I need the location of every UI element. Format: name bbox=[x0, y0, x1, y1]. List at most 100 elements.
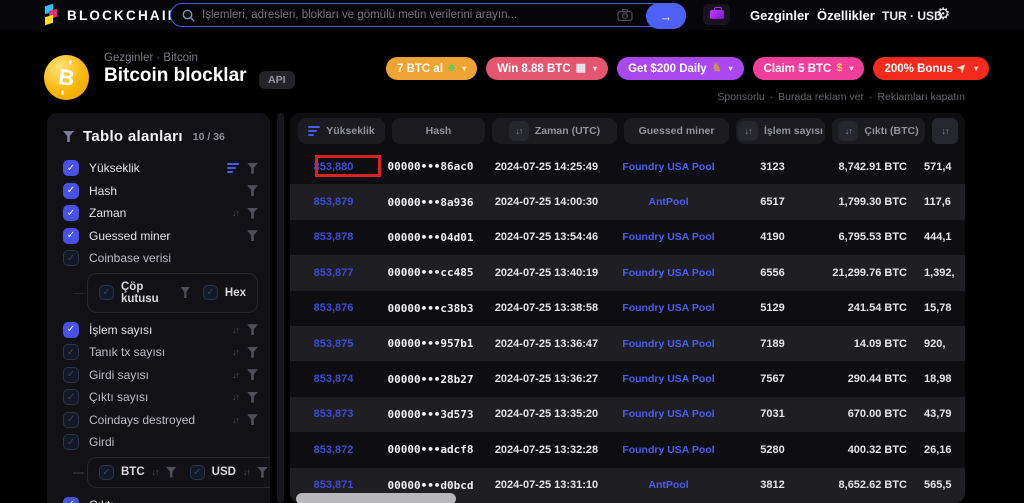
filter-icon[interactable] bbox=[247, 207, 258, 219]
sidebar-scrollbar[interactable] bbox=[277, 113, 284, 503]
checkbox[interactable]: ✓ bbox=[63, 227, 79, 244]
sort-arrows-icon[interactable]: ↓↑ bbox=[232, 415, 240, 425]
guessed-miner-link[interactable]: Foundry USA Pool bbox=[616, 302, 728, 314]
wallet-icon[interactable] bbox=[703, 4, 730, 25]
nav-gezginler[interactable]: Gezginler bbox=[750, 8, 809, 23]
breadcrumb[interactable]: Gezginler · Bitcoin bbox=[104, 52, 198, 64]
sidebar-sub-item: ✓ BTC ↓↑ bbox=[99, 464, 177, 480]
block-height-link[interactable]: 853,871 bbox=[290, 479, 384, 491]
checkbox[interactable]: ✓ bbox=[63, 182, 79, 199]
promo-button[interactable]: Get $200 Daily ▾ bbox=[617, 57, 744, 80]
sort-bars-icon[interactable] bbox=[227, 163, 239, 174]
filter-icon[interactable] bbox=[180, 287, 190, 298]
checkbox[interactable]: ✓ bbox=[63, 496, 79, 503]
checkbox[interactable]: ✓ bbox=[63, 160, 79, 177]
promo-button[interactable]: Win 8.88 BTC ▾ bbox=[486, 57, 609, 80]
checkbox[interactable]: ✓ bbox=[63, 366, 79, 383]
block-height-link[interactable]: 853,876 bbox=[290, 302, 384, 314]
sponsored-link[interactable]: Burada reklam ver bbox=[778, 91, 864, 103]
column-header[interactable]: ↓↑ Çıktı (BTC) bbox=[832, 118, 925, 144]
checkbox[interactable]: ✓ bbox=[63, 205, 79, 222]
promo-button[interactable]: 200% Bonus ▾ bbox=[873, 57, 990, 80]
camera-icon[interactable] bbox=[617, 9, 633, 21]
block-height-link[interactable]: 853,875 bbox=[290, 338, 384, 350]
block-hash: 00000•••d0bcd bbox=[387, 478, 474, 492]
guessed-miner-link[interactable]: Foundry USA Pool bbox=[616, 338, 728, 350]
checkbox[interactable]: ✓ bbox=[99, 285, 114, 300]
block-height-link[interactable]: 853,873 bbox=[290, 408, 384, 420]
column-header-label: Çıktı (BTC) bbox=[864, 125, 919, 137]
checkbox[interactable]: ✓ bbox=[63, 434, 79, 451]
block-height-link[interactable]: 853,877 bbox=[290, 267, 384, 279]
sort-arrows-icon[interactable]: ↓↑ bbox=[932, 118, 958, 144]
search-submit-button[interactable]: → bbox=[646, 3, 686, 29]
nav-ozellikler[interactable]: Özellikler bbox=[817, 8, 875, 23]
promo-button[interactable]: 7 BTC al ▾ bbox=[386, 57, 478, 80]
column-header-label: Hash bbox=[425, 125, 452, 137]
blockchair-logo[interactable]: BLOCKCHAIR bbox=[44, 3, 180, 26]
column-header[interactable]: ↓↑ bbox=[932, 118, 958, 144]
sort-arrows-icon[interactable]: ↓↑ bbox=[232, 208, 240, 218]
block-height-link[interactable]: 853,874 bbox=[290, 373, 384, 385]
guessed-miner-link[interactable]: Foundry USA Pool bbox=[616, 231, 728, 243]
filter-icon[interactable] bbox=[256, 466, 268, 478]
block-height-link[interactable]: 853,879 bbox=[290, 196, 384, 208]
column-header[interactable]: ↓↑ Zaman (UTC) bbox=[492, 118, 617, 144]
filter-icon[interactable] bbox=[247, 391, 258, 403]
filter-icon[interactable] bbox=[247, 230, 258, 242]
promo-button[interactable]: Claim 5 BTC ▾ bbox=[752, 57, 865, 80]
sort-arrows-icon[interactable]: ↓↑ bbox=[508, 121, 529, 141]
guessed-miner-link[interactable]: Foundry USA Pool bbox=[616, 444, 728, 456]
settings-gear-icon[interactable]: ⚙ bbox=[936, 4, 950, 24]
search-bar[interactable]: → bbox=[170, 3, 686, 29]
block-hash: 00000•••86ac0 bbox=[387, 160, 474, 174]
checkbox[interactable]: ✓ bbox=[189, 464, 205, 480]
sort-arrows-icon[interactable]: ↓↑ bbox=[232, 370, 240, 380]
guessed-miner-link[interactable]: Foundry USA Pool bbox=[616, 373, 728, 385]
checkbox[interactable]: ✓ bbox=[63, 389, 79, 406]
column-header[interactable]: Hash bbox=[392, 118, 485, 144]
filter-icon[interactable] bbox=[247, 162, 258, 174]
column-header[interactable]: ↓↑ İşlem sayısı bbox=[736, 118, 825, 144]
sort-arrows-icon[interactable]: ↓↑ bbox=[232, 392, 240, 402]
filter-icon[interactable] bbox=[247, 185, 258, 197]
filter-icon[interactable] bbox=[247, 324, 258, 336]
sort-arrows-icon[interactable]: ↓↑ bbox=[845, 126, 853, 136]
sort-arrows-icon[interactable]: ↓↑ bbox=[232, 325, 240, 335]
checkbox[interactable]: ✓ bbox=[63, 344, 79, 361]
checkbox[interactable]: ✓ bbox=[99, 464, 114, 480]
filter-icon[interactable] bbox=[247, 369, 258, 381]
guessed-miner-link[interactable]: AntPool bbox=[616, 196, 728, 208]
sort-arrows-icon[interactable]: ↓↑ bbox=[942, 126, 950, 136]
guessed-miner-link[interactable]: Foundry USA Pool bbox=[616, 161, 728, 173]
filter-icon[interactable] bbox=[247, 346, 258, 358]
api-badge[interactable]: API bbox=[259, 71, 295, 89]
block-output-btc: 21,299.76 BTC bbox=[832, 266, 907, 279]
block-height-link[interactable]: 853,872 bbox=[290, 444, 384, 456]
sort-bars-icon[interactable] bbox=[308, 126, 321, 136]
sort-arrows-icon[interactable]: ↓↑ bbox=[243, 467, 251, 477]
sort-arrows-icon[interactable]: ↓↑ bbox=[745, 126, 753, 136]
checkbox[interactable]: ✓ bbox=[63, 321, 79, 338]
guessed-miner-link[interactable]: AntPool bbox=[616, 479, 728, 491]
block-hash: 00000•••04d01 bbox=[387, 230, 474, 244]
filter-icon[interactable] bbox=[247, 414, 258, 426]
sort-arrows-icon[interactable]: ↓↑ bbox=[232, 347, 240, 357]
sort-arrows-icon[interactable]: ↓↑ bbox=[838, 121, 859, 141]
checkbox[interactable]: ✓ bbox=[63, 250, 79, 267]
guessed-miner-link[interactable]: Foundry USA Pool bbox=[616, 267, 728, 279]
guessed-miner-link[interactable]: Foundry USA Pool bbox=[616, 408, 728, 420]
horizontal-scrollbar-thumb[interactable] bbox=[296, 493, 456, 503]
search-input[interactable] bbox=[202, 9, 617, 21]
checkbox[interactable]: ✓ bbox=[63, 411, 79, 428]
column-header[interactable]: Guessed miner bbox=[624, 118, 729, 144]
currency-selector[interactable]: TUR · USD bbox=[882, 9, 943, 23]
sort-arrows-icon[interactable]: ↓↑ bbox=[515, 126, 523, 136]
block-height-link[interactable]: 853,878 bbox=[290, 231, 384, 243]
checkbox[interactable]: ✓ bbox=[202, 285, 218, 300]
sponsored-link[interactable]: Reklamları kapatın bbox=[877, 91, 965, 103]
filter-icon[interactable] bbox=[165, 466, 177, 478]
sort-arrows-icon[interactable]: ↓↑ bbox=[738, 121, 759, 141]
column-header[interactable]: Yükseklik bbox=[298, 118, 385, 144]
sort-arrows-icon[interactable]: ↓↑ bbox=[152, 467, 160, 477]
